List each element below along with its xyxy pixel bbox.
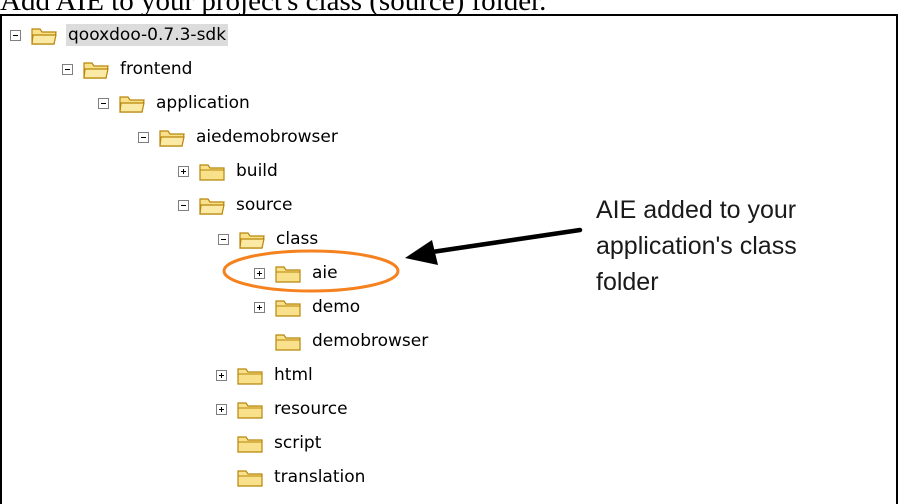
folder-open-icon: [119, 96, 145, 113]
expand-toggle-icon[interactable]: [216, 403, 227, 415]
tree-node-class[interactable]: class: [218, 224, 320, 254]
folder-open-icon: [83, 62, 109, 79]
tree-node-build[interactable]: build: [178, 156, 280, 186]
tree-node-application[interactable]: application: [98, 88, 252, 118]
folder-open-icon: [159, 130, 185, 147]
tree-node-label[interactable]: demo: [310, 296, 362, 318]
tree-node-label[interactable]: frontend: [118, 58, 194, 80]
folder-icon: [237, 402, 263, 419]
tree-node-label[interactable]: source: [234, 194, 294, 216]
tree-node-html[interactable]: html: [216, 360, 315, 390]
collapse-toggle-icon[interactable]: [98, 97, 109, 109]
folder-icon: [199, 164, 225, 181]
tree-node-label[interactable]: script: [272, 432, 323, 454]
expand-toggle-icon[interactable]: [254, 267, 265, 279]
tree-node-qooxdoo-sdk[interactable]: qooxdoo-0.7.3-sdk: [10, 20, 229, 50]
tree-node-label[interactable]: resource: [272, 398, 350, 420]
folder-icon: [237, 436, 263, 453]
folder-icon: [275, 334, 301, 351]
tree-node-label[interactable]: qooxdoo-0.7.3-sdk: [66, 24, 229, 46]
tree-node-script[interactable]: script: [236, 428, 323, 458]
collapse-toggle-icon[interactable]: [10, 29, 21, 41]
tree-node-label[interactable]: application: [154, 92, 252, 114]
tree-node-label[interactable]: demobrowser: [310, 330, 430, 352]
tree-node-frontend[interactable]: frontend: [62, 54, 194, 84]
tree-node-translation[interactable]: translation: [236, 462, 367, 492]
collapse-toggle-icon[interactable]: [178, 199, 189, 211]
collapse-toggle-icon[interactable]: [62, 63, 73, 75]
folder-icon: [275, 300, 301, 317]
folder-open-icon: [239, 232, 265, 249]
tree-node-aiedemobrowser[interactable]: aiedemobrowser: [138, 122, 340, 152]
tree-node-resource[interactable]: resource: [216, 394, 350, 424]
expand-toggle-icon[interactable]: [216, 369, 227, 381]
folder-icon: [237, 470, 263, 487]
tree-node-source[interactable]: source: [178, 190, 294, 220]
collapse-toggle-icon[interactable]: [138, 131, 149, 143]
callout-line: folder: [596, 268, 659, 296]
folder-open-icon: [31, 28, 57, 45]
folder-open-icon: [199, 198, 225, 215]
folder-icon: [237, 368, 263, 385]
expand-toggle-icon[interactable]: [254, 301, 265, 313]
callout-line: application's class: [596, 232, 797, 260]
tree-node-label[interactable]: class: [274, 228, 320, 250]
expand-toggle-icon[interactable]: [178, 165, 189, 177]
callout-text: AIE added to your application's class fo…: [596, 192, 896, 300]
folder-icon: [275, 266, 301, 283]
tree-node-demo[interactable]: demo: [254, 292, 362, 322]
tree-node-aie[interactable]: aie: [254, 258, 340, 288]
tree-node-label[interactable]: translation: [272, 466, 367, 488]
tree-node-label[interactable]: build: [234, 160, 280, 182]
tree-node-label[interactable]: html: [272, 364, 315, 386]
callout-line: AIE added to your: [596, 196, 797, 224]
tree-node-label[interactable]: aie: [310, 262, 340, 284]
tree-node-label[interactable]: aiedemobrowser: [194, 126, 340, 148]
collapse-toggle-icon[interactable]: [218, 233, 229, 245]
tree-node-demobrowser[interactable]: demobrowser: [274, 326, 430, 356]
